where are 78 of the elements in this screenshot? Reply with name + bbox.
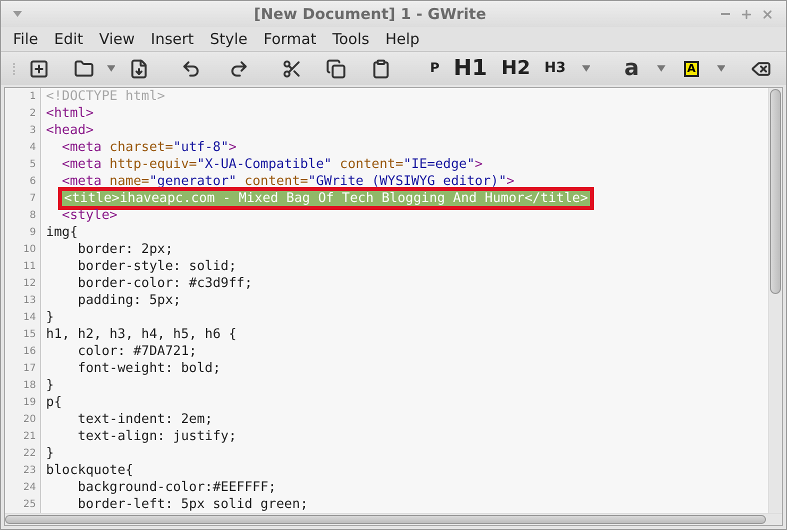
line-number: 13	[23, 294, 36, 308]
line-number: 24	[23, 481, 36, 495]
code-line: text-align: justify;	[76, 428, 237, 445]
line-number: 3	[30, 124, 36, 138]
code-line: blockquote{	[46, 462, 134, 479]
line-number: 12	[23, 277, 36, 291]
code-line: <!DOCTYPE html>	[46, 88, 166, 105]
code-line: <meta http-equiv="X-UA-Compatible" content="IE=edge">	[60, 156, 483, 173]
line-number: 23	[23, 464, 36, 478]
toolbar-grip	[13, 62, 16, 74]
code-line: border: 2px;	[76, 241, 174, 258]
code-line: <meta charset="utf-8">	[60, 139, 237, 156]
line-number: 6	[30, 175, 36, 189]
menu-item[interactable]: Style	[202, 28, 256, 50]
line-number: 14	[23, 311, 36, 325]
vertical-scrollbar[interactable]	[768, 88, 782, 513]
line-number: 5	[30, 158, 36, 172]
plus-icon	[740, 8, 753, 20]
line-number: 4	[30, 141, 36, 155]
line-number: 1	[30, 90, 36, 104]
dropdown-arrow-icon[interactable]	[582, 65, 590, 72]
code-line: <head>	[46, 122, 94, 139]
menu-item[interactable]: File	[5, 28, 46, 50]
heading-button[interactable]: H3	[538, 58, 572, 79]
code-line: img{	[46, 224, 78, 241]
menu-item[interactable]: View	[91, 28, 143, 50]
code-line: border-style: solid;	[76, 258, 237, 275]
menu-item[interactable]: Insert	[142, 28, 202, 50]
line-number: 20	[23, 413, 36, 427]
line-number: 22	[23, 447, 36, 461]
scrollbar-thumb[interactable]	[770, 89, 781, 294]
maximize-button[interactable]	[740, 7, 753, 21]
line-number: 15	[23, 328, 36, 342]
dropdown-arrow-icon[interactable]	[716, 65, 726, 72]
code-line: font-weight: bold;	[76, 360, 221, 377]
code-line: }	[46, 377, 54, 394]
highlight-button[interactable]: A	[684, 60, 699, 76]
window-title: [New Document] 1 - GWrite	[252, 4, 488, 25]
line-number: 21	[23, 430, 36, 444]
heading-button[interactable]: H2	[495, 54, 536, 83]
line-number: 8	[30, 209, 36, 223]
heading-button[interactable]: H1	[447, 52, 494, 85]
close-icon	[761, 8, 774, 20]
heading-button[interactable]: P	[424, 58, 446, 78]
menu-item[interactable]: Help	[377, 28, 428, 50]
minimize-icon	[720, 13, 730, 15]
code-line: <style>	[60, 207, 118, 224]
code-line: <meta name="generator" content="GWrite (WYSIWYG editor)">	[60, 173, 514, 190]
code-line: text-indent: 2em;	[76, 411, 213, 428]
menu-item[interactable]: Edit	[46, 28, 92, 50]
line-number: 19	[23, 396, 36, 410]
code-line: background-color:#EEFFFF;	[76, 479, 276, 496]
code-line: p{	[46, 394, 62, 411]
code-line: }	[46, 309, 54, 326]
line-number: 17	[23, 362, 36, 376]
line-number: 25	[23, 498, 36, 512]
font-button[interactable]: a	[616, 58, 648, 80]
menu-item[interactable]: Tools	[324, 28, 378, 50]
line-number: 10	[23, 243, 36, 257]
code-line: border-left: 5px solid green;	[76, 496, 308, 513]
dropdown-arrow-icon[interactable]	[106, 65, 116, 72]
code-line: border-color: #c3d9ff;	[76, 275, 252, 292]
scrollbar-thumb[interactable]	[5, 515, 766, 524]
code-line: }	[46, 445, 54, 462]
horizontal-scrollbar[interactable]	[5, 513, 782, 525]
line-number: 18	[23, 379, 36, 393]
code-line: h1, h2, h3, h4, h5, h6 {	[46, 326, 237, 343]
line-number: 7	[30, 192, 36, 206]
line-number: 11	[23, 260, 36, 274]
code-line: color: #7DA721;	[76, 343, 197, 360]
line-number: 2	[30, 107, 36, 121]
menu-item[interactable]: Format	[256, 28, 324, 50]
line-number: 16	[23, 345, 36, 359]
code-line: <html>	[46, 105, 94, 122]
code-line: padding: 5px;	[76, 292, 181, 309]
window-menu-icon[interactable]	[13, 11, 22, 17]
line-number: 9	[30, 226, 36, 240]
dropdown-arrow-icon[interactable]	[657, 65, 666, 72]
